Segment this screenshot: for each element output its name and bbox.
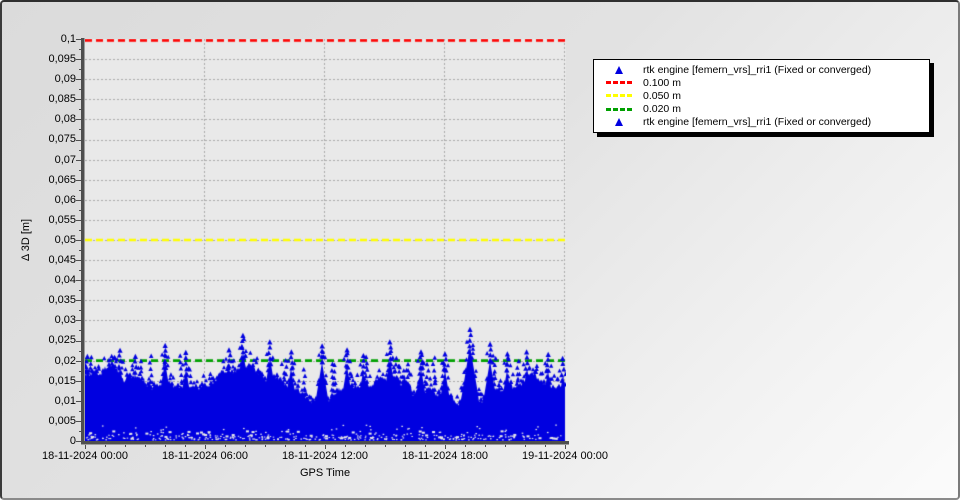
scatter-plot-canvas [85,39,566,442]
y-tick-label: 0,015 [48,375,76,387]
y-tick-label: 0,035 [48,294,76,306]
legend-item: 0.050 m [599,89,924,102]
x-axis-line [81,441,569,445]
y-tick-label: 0,005 [48,415,76,427]
x-tick-label: 18-11-2024 18:00 [401,450,489,462]
legend: rtk engine [femern_vrs]_rri1 (Fixed or c… [593,59,930,133]
x-tick-label: 18-11-2024 12:00 [281,450,369,462]
y-tick-label: 0,025 [48,334,76,346]
y-tick-label: 0,045 [48,254,76,266]
y-axis-title: Δ 3D [m] [20,218,32,262]
y-tick-label: 0,02 [54,355,76,367]
chart-window: 0,1 0,095 0,09 0,085 0,08 0,075 0,07 0,065 0,06 0… [0,0,960,500]
y-tick-label: 0,05 [54,234,76,246]
y-tick-label: 0,01 [54,395,76,407]
dash-line-icon [606,107,632,111]
x-tick-label: 19-11-2024 00:00 [521,450,609,462]
legend-marker-dash-icon [599,81,639,85]
x-axis-title: GPS Time [299,467,351,479]
legend-item: rtk engine [femern_vrs]_rri1 (Fixed or c… [599,63,924,76]
y-tick-label: 0,09 [54,73,76,85]
y-tick-label: 0,095 [48,53,76,65]
y-tick-label: 0,03 [54,314,76,326]
y-tick-label: 0,1 [60,33,76,45]
legend-item-label: 0.020 m [643,103,681,116]
plot-area [85,39,566,442]
y-axis-line [81,38,85,444]
legend-item: 0.020 m [599,103,924,116]
dash-line-icon [606,94,632,98]
legend-item-label: 0.050 m [643,89,681,102]
y-tick-label: 0,08 [54,113,76,125]
y-tick-label: 0,055 [48,214,76,226]
x-tick-label: 18-11-2024 06:00 [161,450,249,462]
triangle-icon [615,118,623,127]
y-tick-label: 0,06 [54,194,76,206]
legend-item-label: rtk engine [femern_vrs]_rri1 (Fixed or c… [643,116,872,129]
y-tick-label: 0,07 [54,154,76,166]
y-tick-label: 0,075 [48,133,76,145]
legend-marker-triangle-icon [599,118,639,127]
legend-marker-dash-icon [599,94,639,98]
legend-item-label: rtk engine [femern_vrs]_rri1 (Fixed or c… [643,63,872,76]
legend-item: 0.100 m [599,76,924,89]
legend-item-label: 0.100 m [643,76,681,89]
y-tick-label: 0,085 [48,93,76,105]
x-tick-label: 18-11-2024 00:00 [41,450,129,462]
legend-marker-triangle-icon [599,65,639,74]
y-tick-label: 0,04 [54,274,76,286]
legend-item: rtk engine [femern_vrs]_rri1 (Fixed or c… [599,116,924,129]
y-tick-label: 0,065 [48,174,76,186]
dash-line-icon [606,81,632,85]
legend-marker-dash-icon [599,107,639,111]
triangle-icon [615,65,623,74]
y-tick-label: 0 [69,435,76,447]
